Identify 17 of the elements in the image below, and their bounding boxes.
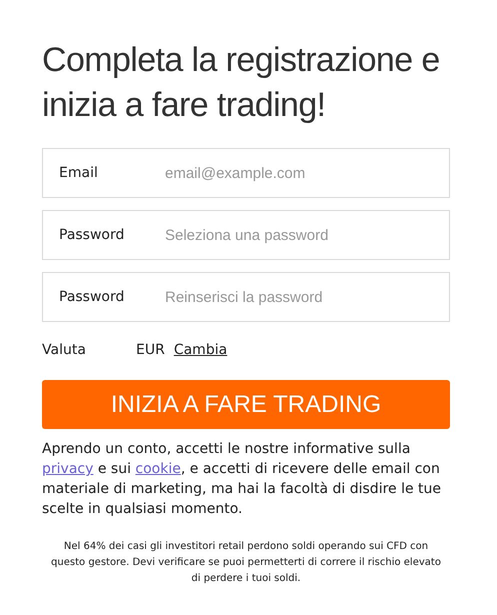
input-field[interactable]: Password Reinserisci la password [42,272,450,322]
page-title: Completa la registrazione e inizia a fare trading! [42,40,441,126]
field-label: Email [59,165,99,181]
policy-link[interactable]: cookie [135,461,181,477]
field-label: Password [59,289,126,305]
text-input[interactable]: Seleziona una password [163,210,449,260]
input-field[interactable]: Email email@example.com [42,148,450,198]
currency-value: EUR [136,342,165,358]
consent-text: Aprendo un conto, accetti le nostre informative sulla privacy e sui cookie, e accetti di ricevere delle email con materiale di marketing, ma hai la facoltà di disdire le tue scelte in qualsiasi momento. [42,440,442,519]
input-field[interactable]: Password Seleziona una password [42,210,450,260]
risk-warning: Nel 64% dei casi gli investitori retail perdono soldi operando sui CFD con questo gestore. Devi verificare se puoi permetterti di correre il rischio elevato di perdere i tuoi soldi. [50,540,442,586]
field-label: Password [59,227,126,243]
change-link[interactable]: Cambia [174,342,228,358]
text-input[interactable]: Reinserisci la password [163,272,449,322]
text-input[interactable]: email@example.com [163,148,449,198]
policy-link[interactable]: privacy [42,461,94,477]
currency-label: Valuta [42,342,87,358]
